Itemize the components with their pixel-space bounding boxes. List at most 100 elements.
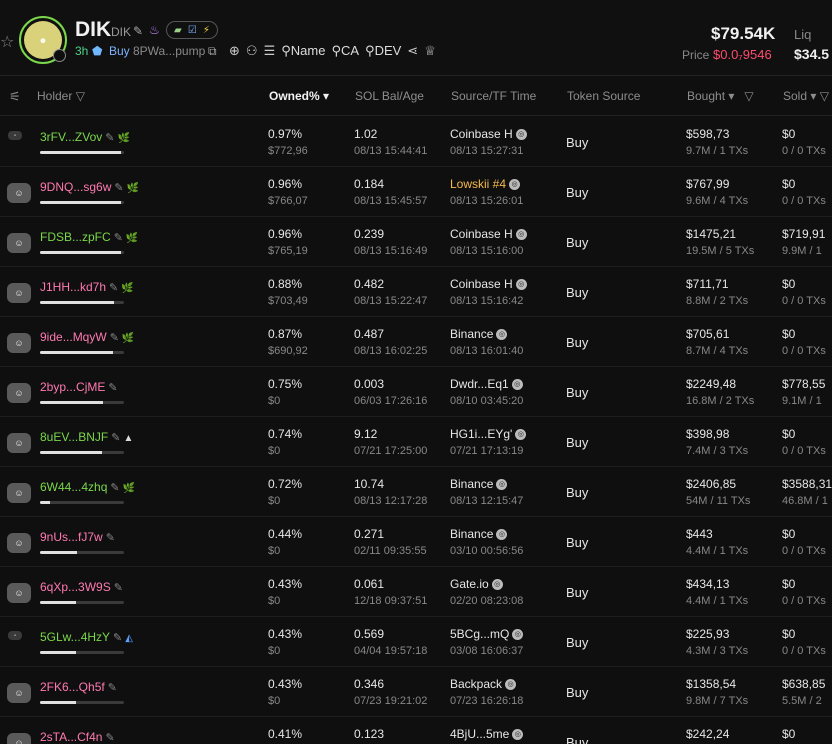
sol-age: 08/13 16:02:25 (354, 345, 428, 357)
people-icon[interactable]: ⚇ (246, 43, 258, 59)
table-row[interactable]: ▪ 3rFV...ZVov ✎ 🌿 0.97% $772,96 1.02 08/13… (0, 117, 832, 167)
token-source: Buy (566, 735, 589, 744)
token-source: Buy (566, 435, 589, 450)
bought-detail: 54M / 11 TXs (686, 495, 751, 507)
edit-icon[interactable]: ✎ (105, 132, 114, 144)
owned-bar (40, 501, 124, 504)
col-holder[interactable]: Holder ▽ (37, 89, 85, 103)
search-dev-link[interactable]: ⚲DEV (365, 43, 401, 59)
funding-source[interactable]: Gate.io ◎ (450, 577, 503, 591)
edit-icon[interactable]: ✎ (109, 282, 118, 294)
edit-icon[interactable]: ✎ (133, 24, 143, 38)
globe-icon[interactable]: ⊕ (229, 43, 240, 59)
holder-address[interactable]: 9ide...MqyW ✎ 🌿 (40, 330, 134, 344)
table-row[interactable]: ☺ 9DNQ...sg6w ✎ 🌿 0.96% $766,07 0.184 08/1… (0, 167, 832, 217)
sold-value: $0 (782, 427, 796, 441)
holder-address[interactable]: 9DNQ...sg6w ✎ 🌿 (40, 180, 139, 194)
source-icon: ◎ (491, 579, 503, 591)
table-row[interactable]: ☺ 6W44...4zhq ✎ 🌿 0.72% $0 10.74 08/13 12:… (0, 467, 832, 517)
funding-source[interactable]: 4BjU...5me ◎ (450, 727, 524, 741)
funding-time: 08/13 15:27:31 (450, 145, 524, 157)
holder-address[interactable]: 6W44...4zhq ✎ 🌿 (40, 480, 135, 494)
col-token-source[interactable]: Token Source (567, 89, 640, 103)
crown-icon[interactable]: ♕ (424, 43, 436, 59)
table-row[interactable]: ☺ 6qXp...3W9S ✎ 0.43% $0 0.061 12/18 09:3… (0, 567, 832, 617)
bought-value: $434,13 (686, 577, 730, 591)
edit-icon[interactable]: ✎ (106, 532, 115, 544)
owned-bar (40, 401, 124, 404)
edit-icon[interactable]: ✎ (110, 482, 119, 494)
table-row[interactable]: ☺ 2FK6...Qh5f ✎ 0.43% $0 0.346 07/23 19:2… (0, 667, 832, 717)
holder-address[interactable]: 5GLw...4HzY ✎ ◭ (40, 630, 133, 644)
funding-source[interactable]: HG1i...EYg' ◎ (450, 427, 527, 441)
star-icon[interactable]: ☆ (0, 32, 14, 52)
funding-source[interactable]: Binance ◎ (450, 327, 508, 341)
copy-icon[interactable]: ⧉ (208, 44, 217, 59)
col-bought[interactable]: Bought ▾ ▽ (687, 89, 754, 103)
table-row[interactable]: ▪ 5GLw...4HzY ✎ ◭ 0.43% $0 0.569 04/04 19:… (0, 617, 832, 667)
sol-age: 12/18 09:37:51 (354, 595, 428, 607)
funding-source[interactable]: Lowskii #4 ◎ (450, 177, 521, 191)
price-value: $0.0₇9546 (713, 47, 772, 62)
funding-source[interactable]: Coinbase H ◎ (450, 227, 527, 241)
owned-value: $0 (268, 595, 281, 607)
holder-address[interactable]: 3rFV...ZVov ✎ 🌿 (40, 130, 130, 144)
edit-icon[interactable]: ✎ (105, 732, 114, 744)
funding-source[interactable]: Dwdr...Eq1 ◎ (450, 377, 523, 391)
edit-icon[interactable]: ✎ (108, 382, 117, 394)
holder-address[interactable]: FDSB...zpFC ✎ 🌿 (40, 230, 138, 244)
funding-time: 07/23 16:26:18 (450, 695, 524, 707)
holder-address[interactable]: 2byp...CjME ✎ (40, 380, 118, 394)
edit-icon[interactable]: ✎ (110, 332, 119, 344)
menu-circle-icon[interactable]: ☰ (264, 43, 276, 59)
holder-address[interactable]: 2FK6...Qh5f ✎ (40, 680, 117, 694)
owned-bar (40, 651, 124, 654)
holder-avatar: ☺ (7, 383, 31, 403)
search-name-link[interactable]: ⚲Name (281, 43, 325, 59)
funding-source[interactable]: Backpack ◎ (450, 677, 517, 691)
table-row[interactable]: ☺ J1HH...kd7h ✎ 🌿 0.88% $703,49 0.482 08/1… (0, 267, 832, 317)
holder-address[interactable]: 9nUs...fJ7w ✎ (40, 530, 115, 544)
funding-source[interactable]: Coinbase H ◎ (450, 277, 527, 291)
holder-address[interactable]: 8uEV...BNJF ✎ ▲ (40, 430, 133, 444)
edit-icon[interactable]: ✎ (113, 632, 122, 644)
edit-icon[interactable]: ✎ (114, 232, 123, 244)
table-row[interactable]: ☺ 8uEV...BNJF ✎ ▲ 0.74% $0 9.12 07/21 17:2… (0, 417, 832, 467)
edit-icon[interactable]: ✎ (108, 682, 117, 694)
col-source[interactable]: Source/TF Time (451, 89, 536, 103)
holder-address[interactable]: 2sTA...Cf4n ✎ (40, 730, 115, 744)
verified-badge-icon: ☑ (187, 24, 197, 36)
holder-address[interactable]: 6qXp...3W9S ✎ (40, 580, 123, 594)
owned-value: $0 (268, 495, 281, 507)
settings-sliders-icon[interactable]: ⚟ (9, 89, 21, 105)
owned-pct: 0.43% (268, 677, 303, 691)
bought-detail: 9.7M / 1 TXs (686, 145, 749, 157)
bought-value: $242,24 (686, 727, 730, 741)
funding-source[interactable]: Binance ◎ (450, 527, 508, 541)
edit-icon[interactable]: ✎ (114, 182, 123, 194)
table-row[interactable]: ☺ FDSB...zpFC ✎ 🌿 0.96% $765,19 0.239 08/1… (0, 217, 832, 267)
col-owned[interactable]: Owned% ▾ (269, 89, 329, 103)
funding-source[interactable]: Binance ◎ (450, 477, 508, 491)
bought-value: $767,99 (686, 177, 730, 191)
bolt-badge-icon: ⚡ (202, 24, 210, 36)
sol-age: 06/03 17:26:16 (354, 395, 428, 407)
edit-icon[interactable]: ✎ (114, 582, 123, 594)
table-row[interactable]: ☺ 9ide...MqyW ✎ 🌿 0.87% $690,92 0.487 08/1… (0, 317, 832, 367)
share-icon[interactable]: ⋖ (407, 43, 418, 59)
table-row[interactable]: ☺ 9nUs...fJ7w ✎ 0.44% $0 0.271 02/11 09:3… (0, 517, 832, 567)
search-ca-link[interactable]: ⚲CA (331, 43, 359, 59)
holder-address[interactable]: J1HH...kd7h ✎ 🌿 (40, 280, 134, 294)
owned-pct: 0.44% (268, 527, 303, 541)
col-sold[interactable]: Sold ▾ ▽ (783, 89, 829, 103)
source-icon: ◎ (511, 379, 523, 391)
funding-source[interactable]: Coinbase H ◎ (450, 127, 527, 141)
edit-icon[interactable]: ✎ (111, 432, 120, 444)
source-icon: ◎ (496, 329, 508, 341)
owned-value: $0 (268, 645, 281, 657)
funding-source[interactable]: 5BCg...mQ ◎ (450, 627, 524, 641)
col-sol-bal[interactable]: SOL Bal/Age (355, 89, 424, 103)
table-row[interactable]: ☺ 2sTA...Cf4n ✎ 0.41% 0.123 4BjU...5me ◎ B… (0, 717, 832, 744)
funding-time: 08/13 16:01:40 (450, 345, 524, 357)
table-row[interactable]: ☺ 2byp...CjME ✎ 0.75% $0 0.003 06/03 17:2… (0, 367, 832, 417)
